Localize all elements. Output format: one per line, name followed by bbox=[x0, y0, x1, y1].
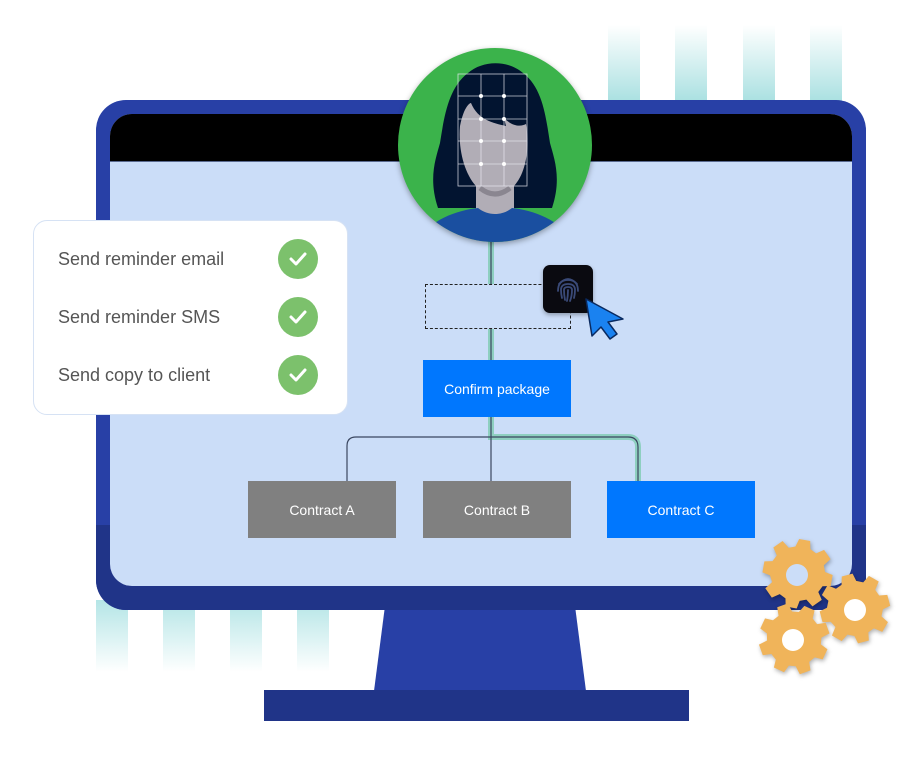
cursor-arrow-icon bbox=[585, 298, 624, 340]
avatar bbox=[398, 48, 592, 242]
notification-checklist: Send reminder email Send reminder SMS Se… bbox=[33, 220, 348, 415]
checklist-item: Send reminder email bbox=[58, 239, 318, 279]
checklist-item: Send copy to client bbox=[58, 355, 318, 395]
connector-branch bbox=[346, 436, 639, 481]
face-scan-icon bbox=[418, 63, 572, 242]
fingerprint-icon bbox=[557, 278, 579, 302]
checklist-item-label: Send reminder email bbox=[58, 248, 225, 269]
node-label: Confirm package bbox=[444, 380, 550, 397]
gears-icon bbox=[747, 533, 898, 685]
check-icon bbox=[278, 239, 318, 279]
node-label: Contract C bbox=[647, 501, 715, 518]
checklist-item-label: Send reminder SMS bbox=[58, 306, 221, 327]
checklist-item: Send reminder SMS bbox=[58, 297, 318, 337]
node-label: Contract A bbox=[289, 501, 355, 518]
contract-a-node[interactable]: Contract A bbox=[248, 481, 396, 538]
check-icon bbox=[278, 297, 318, 337]
node-label: Contract B bbox=[463, 501, 531, 518]
check-icon bbox=[278, 355, 318, 395]
contract-c-node[interactable]: Contract C bbox=[607, 481, 755, 538]
contract-b-node[interactable]: Contract B bbox=[423, 481, 571, 538]
checklist-item-label: Send copy to client bbox=[58, 364, 211, 385]
confirm-package-node[interactable]: Confirm package bbox=[423, 360, 571, 417]
